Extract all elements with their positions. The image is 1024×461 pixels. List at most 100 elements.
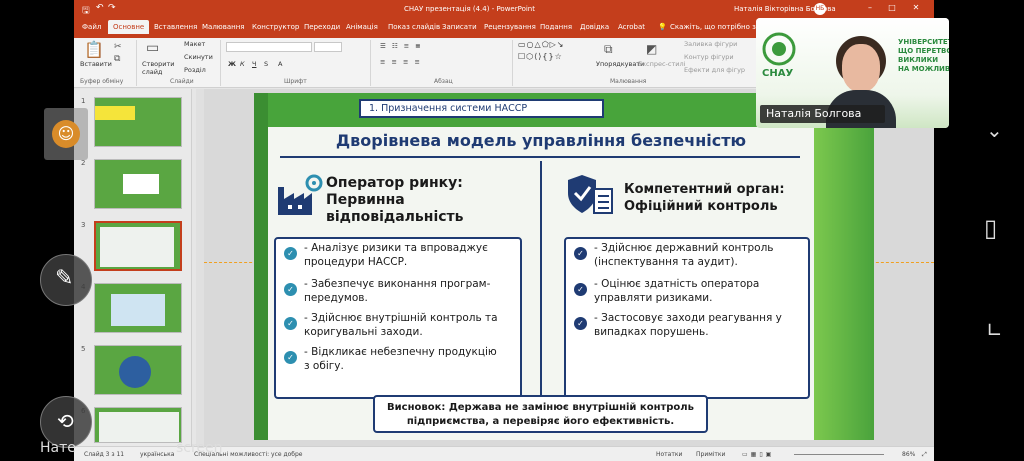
redo-icon[interactable]: ↷ bbox=[108, 3, 116, 13]
notes-button[interactable]: Нотатки bbox=[656, 451, 682, 458]
zoom-slider[interactable] bbox=[794, 454, 884, 455]
maximize-icon[interactable]: □ bbox=[886, 3, 898, 15]
conclusion-box: Висновок: Держава не замінює внутрішній … bbox=[373, 395, 708, 433]
tab-home[interactable]: Основне bbox=[108, 20, 150, 34]
fit-slide-icon[interactable]: ⤢ bbox=[922, 451, 927, 459]
paste-label[interactable]: Вставити bbox=[80, 60, 112, 68]
slide-thumbnail-2[interactable] bbox=[94, 159, 182, 209]
slide-thumbnail-1[interactable] bbox=[94, 97, 182, 147]
shape-outline-button[interactable]: Контур фігури bbox=[684, 53, 734, 61]
slogan-text: УНІВЕРСИТЕТ, ЩО ПЕРЕТВОРЮЄ ВИКЛИКИ НА МО… bbox=[898, 38, 949, 73]
slide-3[interactable]: 1. Призначення системи НАССР Дворівнева … bbox=[254, 93, 874, 440]
tab-draw[interactable]: Малювання bbox=[202, 23, 244, 31]
check-icon: ✓ bbox=[284, 351, 297, 364]
quick-styles-icon[interactable]: ◩ bbox=[646, 42, 657, 56]
column-divider bbox=[540, 161, 542, 429]
tab-acrobat[interactable]: Acrobat bbox=[618, 23, 645, 31]
drawing-group-label: Малювання bbox=[610, 78, 647, 85]
right-heading-line2: Офіційний контроль bbox=[624, 199, 778, 214]
shield-checklist-icon bbox=[568, 175, 613, 214]
clipboard-group-label: Буфер обміну bbox=[80, 78, 124, 85]
slide-thumbnail-4[interactable] bbox=[94, 283, 182, 333]
shadow-icon[interactable]: S bbox=[264, 60, 268, 68]
floating-person-widget[interactable]: ☺ bbox=[44, 108, 88, 160]
tab-insert[interactable]: Вставлення bbox=[154, 23, 197, 31]
wave-icon[interactable]: ⌄ bbox=[986, 118, 1003, 142]
tab-animations[interactable]: Анімація bbox=[346, 23, 378, 31]
view-buttons[interactable]: ▭▦▯▣ bbox=[742, 451, 774, 458]
undo-icon[interactable]: ↶ bbox=[96, 3, 104, 13]
list-icons[interactable]: ☰ ☷ ≡ ≣ bbox=[380, 42, 423, 50]
font-size-field[interactable] bbox=[314, 42, 342, 52]
check-icon: ✓ bbox=[574, 317, 587, 330]
left-bullet-3: - Здійснює внутрішній контроль та коригув… bbox=[304, 312, 498, 338]
tab-design[interactable]: Конструктор bbox=[252, 23, 299, 31]
bottom-overlay-text: Нате bbox=[40, 440, 76, 456]
user-avatar[interactable]: НБ bbox=[814, 3, 826, 15]
section-button[interactable]: Розділ bbox=[184, 66, 206, 74]
minimize-icon[interactable]: – bbox=[864, 3, 876, 15]
tab-file[interactable]: Файл bbox=[82, 23, 101, 31]
quick-styles-button[interactable]: Експрес-стилі bbox=[638, 60, 685, 68]
person-icon: ☺ bbox=[52, 120, 80, 148]
font-color-icon[interactable]: A bbox=[278, 60, 282, 68]
right-bullet-3: - Застосовує заходи реагування у випадках… bbox=[594, 312, 782, 338]
slide-thumbnail-5[interactable] bbox=[94, 345, 182, 395]
check-icon: ✓ bbox=[284, 247, 297, 260]
pen-button[interactable]: ✎ bbox=[40, 254, 92, 306]
tab-view[interactable]: Подання bbox=[540, 23, 572, 31]
reset-button[interactable]: Скинути bbox=[184, 53, 213, 61]
tab-record[interactable]: Записати bbox=[442, 23, 477, 31]
left-bullet-4: - Відкликає небезпечну продукцію з обігу. bbox=[304, 346, 497, 372]
save-icon[interactable]: 🖫 bbox=[82, 3, 90, 19]
tab-help[interactable]: Довідка bbox=[580, 23, 609, 31]
font-group-label: Шрифт bbox=[284, 78, 307, 85]
tab-slideshow[interactable]: Показ слайдів bbox=[388, 23, 440, 31]
new-slide-icon[interactable]: ▭ bbox=[146, 40, 159, 56]
right-heading-line1: Компетентний орган: bbox=[624, 182, 785, 197]
comments-button[interactable]: Примітки bbox=[696, 451, 725, 458]
slide-thumbnail-6[interactable] bbox=[94, 407, 182, 443]
zoom-level[interactable]: 86% bbox=[902, 451, 915, 458]
snau-logo-text: СНАУ bbox=[762, 68, 794, 79]
close-icon[interactable]: ✕ bbox=[910, 3, 922, 15]
shapes-gallery-row2[interactable]: ☐⬡⟨⟩{}☆ bbox=[518, 52, 563, 61]
pencil-icon: ✎ bbox=[55, 266, 74, 291]
check-icon: ✓ bbox=[574, 283, 587, 296]
slides-group-label: Слайди bbox=[170, 78, 194, 85]
shapes-gallery[interactable]: ▭○△⬠▷↘ bbox=[518, 40, 565, 49]
tab-review[interactable]: Рецензування bbox=[484, 23, 536, 31]
left-heading-line3: відповідальність bbox=[326, 209, 464, 225]
font-name-field[interactable] bbox=[226, 42, 312, 52]
separator bbox=[512, 40, 513, 86]
language-indicator[interactable]: українська bbox=[140, 451, 174, 458]
underline-icon[interactable]: Ч bbox=[252, 60, 256, 68]
left-heading-line1: Оператор ринку: bbox=[326, 175, 463, 191]
slide-thumbnail-3[interactable] bbox=[94, 221, 182, 271]
left-heading: Оператор ринку: Первинна відповідальніст… bbox=[326, 175, 464, 226]
right-heading: Компетентний орган: Офіційний контроль bbox=[624, 181, 785, 215]
tab-transitions[interactable]: Переходи bbox=[304, 23, 340, 31]
right-bullet-1: - Здійснює державний контроль (інспектува… bbox=[594, 242, 774, 268]
lightbulb-icon[interactable]: 💡 bbox=[658, 23, 667, 31]
thumb-number: 1 bbox=[81, 97, 86, 105]
conclusion-line1: Висновок: Держава не замінює внутрішній … bbox=[387, 402, 694, 413]
paste-icon[interactable]: 📋 bbox=[84, 40, 104, 59]
phone-frame-icon[interactable]: ▯ bbox=[984, 214, 997, 242]
cut-icon[interactable]: ✂ bbox=[114, 42, 122, 52]
shape-fill-button[interactable]: Заливка фігури bbox=[684, 40, 737, 48]
left-bullet-1: - Аналізує ризики та впроваджує процедури… bbox=[304, 242, 488, 268]
arrange-icon[interactable]: ⧉ bbox=[604, 42, 613, 57]
bold-icon[interactable]: Ж bbox=[228, 60, 236, 68]
speaker-name-label: Наталія Болгова bbox=[760, 105, 885, 123]
layout-button[interactable]: Макет bbox=[184, 40, 205, 48]
copy-icon[interactable]: ⧉ bbox=[114, 54, 120, 64]
corner-icon[interactable]: ∟ bbox=[986, 318, 1003, 342]
shape-effects-button[interactable]: Ефекти для фігур bbox=[684, 66, 745, 74]
thumbnails-scrollbar[interactable] bbox=[196, 89, 204, 446]
italic-icon[interactable]: К bbox=[240, 60, 245, 68]
section-title: 1. Призначення системи НАССР bbox=[359, 99, 604, 118]
new-slide-button[interactable]: Створити слайд bbox=[142, 60, 176, 76]
bottom-overlay-text-2: screen bbox=[176, 440, 223, 456]
align-icons[interactable]: ≡ ≡ ≡ ≡ bbox=[380, 58, 422, 66]
